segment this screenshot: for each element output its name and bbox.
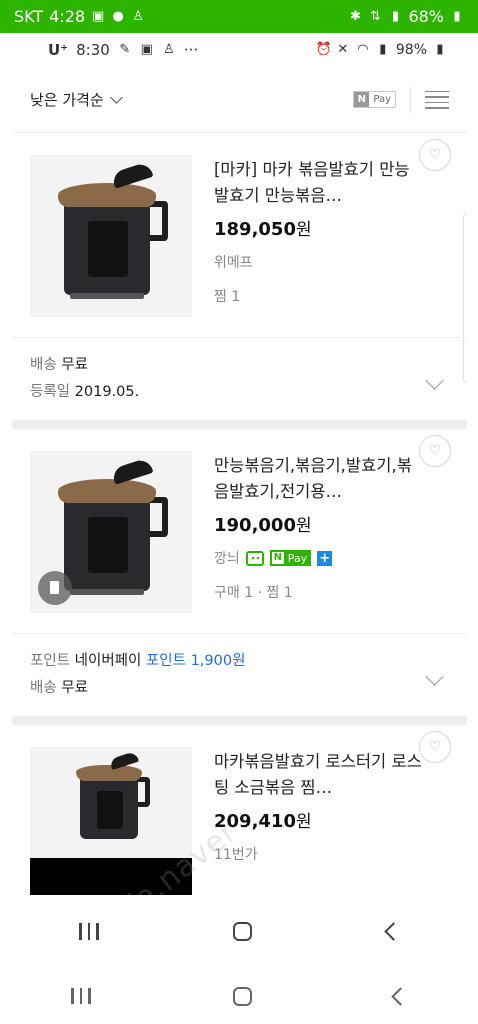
inner-clock: 8:30 (76, 41, 110, 59)
product-image[interactable] (30, 451, 192, 613)
wifi-icon: ◠ (357, 42, 369, 57)
inner-carrier: U⁺ (48, 41, 69, 59)
back-icon[interactable] (384, 922, 403, 941)
section-separator (12, 716, 467, 725)
outer-status-bar: SKT 4:28 ▣ ● ♙ ✱ ⇅ ▮ 68% ▮ (0, 0, 478, 33)
pen-icon: ✎ (119, 42, 131, 57)
npay-filter-button[interactable]: N Pay (353, 91, 396, 108)
mall-name[interactable]: 11번가 (214, 844, 424, 864)
image-icon: ▣ (140, 42, 153, 57)
mall-info: 깡늬 N Pay + (214, 548, 424, 568)
talk-icon[interactable] (245, 550, 264, 566)
battery-percent: 68% (408, 7, 444, 26)
alert-icon: ♙ (132, 8, 144, 24)
product-price: 190,000원 (214, 515, 312, 536)
product-title[interactable]: 만능볶음기,볶음기,발효기,볶음발효기,전기용… (214, 453, 424, 505)
chat-icon: ● (112, 8, 124, 24)
product-price: 189,050원 (214, 219, 312, 240)
sort-label: 낮은 가격순 (30, 91, 104, 109)
product-extra-info: 포인트 네이버페이 포인트 1,900원 배송 무료 (12, 633, 467, 716)
npay-badge: N Pay (269, 550, 312, 566)
product-title[interactable]: [마카] 마카 볶음발효기 만능발효기 만능볶음… (214, 157, 424, 209)
divider (410, 86, 411, 113)
bluetooth-icon: ✱ (349, 8, 361, 24)
webview-frame: U⁺ 8:30 ✎ ▣ ♙ ··· ⏰ ✕ ◠ ▮ 98% ▮ 낮은 가격순 N… (12, 33, 467, 968)
wishlist-heart-icon[interactable]: ♡ (419, 435, 451, 467)
npay-n-icon: N (354, 92, 370, 107)
battery-icon: ▮ (453, 8, 461, 24)
wishlist-heart-icon[interactable]: ♡ (419, 139, 451, 171)
product-image[interactable] (30, 155, 192, 317)
inner-nav-bar (12, 895, 467, 968)
gallery-icon: ▣ (91, 8, 105, 24)
alert-icon: ♙ (162, 42, 175, 57)
more-notifications: ··· (183, 41, 199, 59)
product-card[interactable]: [마카] 마카 볶음발효기 만능발효기 만능볶음… 189,050원 위메프 찜… (12, 133, 467, 420)
alarm-icon: ⏰ (315, 42, 333, 57)
battery-icon: ▮ (436, 42, 444, 57)
product-card[interactable]: 마카볶음발효기 로스터기 로스팅 소금볶음 찜… 209,410원 11번가 ♡ (12, 725, 467, 909)
carrier-label: SKT (14, 7, 44, 26)
back-icon[interactable] (391, 986, 410, 1006)
copy-icon[interactable] (38, 571, 72, 605)
lte-icon: ⇅ (369, 8, 381, 24)
product-meta: 찜 1 (214, 289, 241, 305)
product-price: 209,410원 (214, 811, 312, 832)
mute-icon: ✕ (337, 42, 349, 57)
home-icon[interactable] (232, 986, 252, 1006)
inner-status-bar: U⁺ 8:30 ✎ ▣ ♙ ··· ⏰ ✕ ◠ ▮ 98% ▮ (12, 33, 467, 67)
home-icon[interactable] (233, 922, 253, 941)
chevron-down-icon (109, 91, 123, 104)
wishlist-heart-icon[interactable]: ♡ (419, 731, 451, 763)
product-meta: 구매 1 · 찜 1 (214, 585, 293, 601)
outer-nav-bar (0, 968, 478, 1024)
npay-filter-label: Pay (373, 94, 391, 105)
recent-apps-icon[interactable] (71, 988, 91, 1004)
npay-plus-icon: + (317, 550, 333, 566)
clock: 4:28 (49, 7, 86, 26)
signal-icon: ▮ (379, 42, 387, 57)
product-card[interactable]: 만능볶음기,볶음기,발효기,볶음발효기,전기용… 190,000원 깡늬 N Pa… (12, 429, 467, 716)
recent-apps-icon[interactable] (79, 923, 99, 940)
product-extra-info: 배송 무료 등록일 2019.05. (12, 337, 467, 420)
mall-name[interactable]: 위메프 (214, 252, 424, 272)
inner-battery-percent: 98% (395, 42, 427, 58)
sort-dropdown[interactable]: 낮은 가격순 (30, 89, 123, 110)
section-separator (12, 420, 467, 429)
signal-icon: ▮ (391, 8, 400, 24)
product-title[interactable]: 마카볶음발효기 로스터기 로스팅 소금볶음 찜… (214, 749, 424, 801)
list-view-icon[interactable] (425, 90, 449, 109)
mall-name[interactable]: 깡늬 (214, 548, 240, 568)
sort-bar: 낮은 가격순 N Pay (12, 67, 467, 133)
